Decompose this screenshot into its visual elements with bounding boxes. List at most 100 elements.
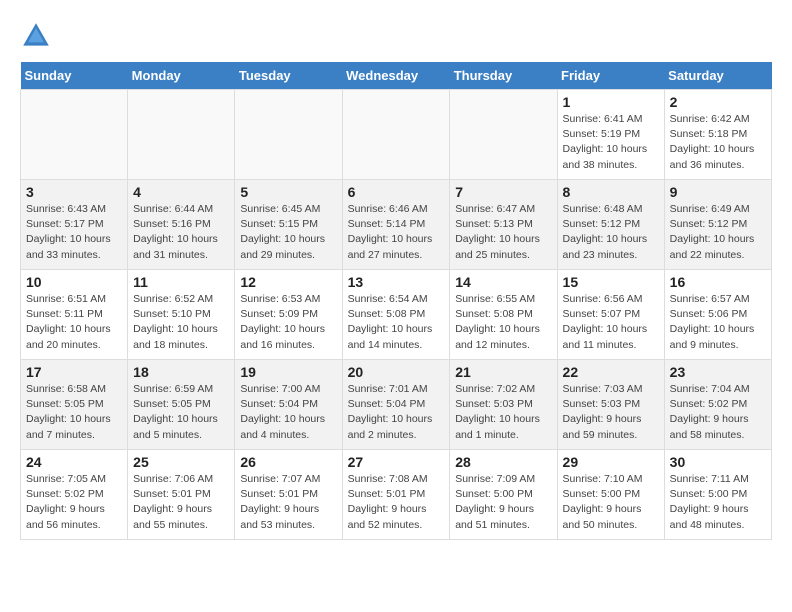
day-cell: 14 Sunrise: 6:55 AM Sunset: 5:08 PM Dayli…	[450, 270, 557, 360]
logo-icon	[20, 20, 52, 52]
day-cell: 8Sunrise: 6:48 AM Sunset: 5:12 PM Daylig…	[557, 180, 664, 270]
day-number: 1	[563, 94, 659, 110]
day-number: 4	[133, 184, 229, 200]
weekday-header-wednesday: Wednesday	[342, 62, 450, 90]
day-number: 30	[670, 454, 766, 470]
day-cell: 2Sunrise: 6:42 AM Sunset: 5:18 PM Daylig…	[664, 90, 771, 180]
day-number: 26	[240, 454, 336, 470]
day-cell: 26 Sunrise: 7:07 AM Sunset: 5:01 PM Dayli…	[235, 450, 342, 540]
day-cell: 15 Sunrise: 6:56 AM Sunset: 5:07 PM Dayli…	[557, 270, 664, 360]
day-info: Sunrise: 6:59 AM Sunset: 5:05 PM Dayligh…	[133, 382, 229, 443]
day-info: Sunrise: 6:43 AM Sunset: 5:17 PM Dayligh…	[26, 202, 122, 263]
day-number: 17	[26, 364, 122, 380]
day-info: Sunrise: 7:10 AM Sunset: 5:00 PM Dayligh…	[563, 472, 659, 533]
weekday-header-thursday: Thursday	[450, 62, 557, 90]
day-cell	[21, 90, 128, 180]
day-number: 28	[455, 454, 551, 470]
day-cell: 13 Sunrise: 6:54 AM Sunset: 5:08 PM Dayli…	[342, 270, 450, 360]
day-cell: 28 Sunrise: 7:09 AM Sunset: 5:00 PM Dayli…	[450, 450, 557, 540]
day-cell	[128, 90, 235, 180]
weekday-header-monday: Monday	[128, 62, 235, 90]
day-number: 21	[455, 364, 551, 380]
day-cell: 7 Sunrise: 6:47 AM Sunset: 5:13 PM Daylig…	[450, 180, 557, 270]
day-cell: 19 Sunrise: 7:00 AM Sunset: 5:04 PM Dayli…	[235, 360, 342, 450]
day-number: 27	[348, 454, 445, 470]
day-cell	[235, 90, 342, 180]
day-number: 13	[348, 274, 445, 290]
day-info: Sunrise: 7:03 AM Sunset: 5:03 PM Dayligh…	[563, 382, 659, 443]
week-row-2: 3 Sunrise: 6:43 AM Sunset: 5:17 PM Daylig…	[21, 180, 772, 270]
day-cell: 21 Sunrise: 7:02 AM Sunset: 5:03 PM Dayli…	[450, 360, 557, 450]
day-cell: 22Sunrise: 7:03 AM Sunset: 5:03 PM Dayli…	[557, 360, 664, 450]
week-row-5: 24 Sunrise: 7:05 AM Sunset: 5:02 PM Dayli…	[21, 450, 772, 540]
day-info: Sunrise: 6:46 AM Sunset: 5:14 PM Dayligh…	[348, 202, 445, 263]
day-number: 5	[240, 184, 336, 200]
weekday-header-saturday: Saturday	[664, 62, 771, 90]
day-number: 23	[670, 364, 766, 380]
week-row-1: 1 Sunrise: 6:41 AM Sunset: 5:19 PM Daylig…	[21, 90, 772, 180]
day-cell: 9 Sunrise: 6:49 AM Sunset: 5:12 PM Daylig…	[664, 180, 771, 270]
day-number: 19	[240, 364, 336, 380]
day-info: Sunrise: 6:52 AM Sunset: 5:10 PM Dayligh…	[133, 292, 229, 353]
day-info: Sunrise: 6:57 AM Sunset: 5:06 PM Dayligh…	[670, 292, 766, 353]
day-info: Sunrise: 7:00 AM Sunset: 5:04 PM Dayligh…	[240, 382, 336, 443]
day-info: Sunrise: 6:44 AM Sunset: 5:16 PM Dayligh…	[133, 202, 229, 263]
day-number: 25	[133, 454, 229, 470]
logo	[20, 20, 56, 52]
day-cell: 27 Sunrise: 7:08 AM Sunset: 5:01 PM Dayli…	[342, 450, 450, 540]
day-info: Sunrise: 6:51 AM Sunset: 5:11 PM Dayligh…	[26, 292, 122, 353]
day-info: Sunrise: 7:06 AM Sunset: 5:01 PM Dayligh…	[133, 472, 229, 533]
weekday-header-row: SundayMondayTuesdayWednesdayThursdayFrid…	[21, 62, 772, 90]
day-cell: 25 Sunrise: 7:06 AM Sunset: 5:01 PM Dayli…	[128, 450, 235, 540]
day-info: Sunrise: 6:41 AM Sunset: 5:19 PM Dayligh…	[563, 112, 659, 173]
day-cell: 16 Sunrise: 6:57 AM Sunset: 5:06 PM Dayli…	[664, 270, 771, 360]
day-cell: 23 Sunrise: 7:04 AM Sunset: 5:02 PM Dayli…	[664, 360, 771, 450]
day-number: 16	[670, 274, 766, 290]
day-cell	[342, 90, 450, 180]
day-info: Sunrise: 6:42 AM Sunset: 5:18 PM Dayligh…	[670, 112, 766, 173]
day-info: Sunrise: 7:11 AM Sunset: 5:00 PM Dayligh…	[670, 472, 766, 533]
day-info: Sunrise: 7:07 AM Sunset: 5:01 PM Dayligh…	[240, 472, 336, 533]
day-number: 7	[455, 184, 551, 200]
day-info: Sunrise: 6:56 AM Sunset: 5:07 PM Dayligh…	[563, 292, 659, 353]
day-cell: 6Sunrise: 6:46 AM Sunset: 5:14 PM Daylig…	[342, 180, 450, 270]
day-cell: 18 Sunrise: 6:59 AM Sunset: 5:05 PM Dayli…	[128, 360, 235, 450]
weekday-header-tuesday: Tuesday	[235, 62, 342, 90]
day-info: Sunrise: 7:02 AM Sunset: 5:03 PM Dayligh…	[455, 382, 551, 443]
day-cell: 10 Sunrise: 6:51 AM Sunset: 5:11 PM Dayli…	[21, 270, 128, 360]
day-cell: 12Sunrise: 6:53 AM Sunset: 5:09 PM Dayli…	[235, 270, 342, 360]
day-cell: 3 Sunrise: 6:43 AM Sunset: 5:17 PM Daylig…	[21, 180, 128, 270]
day-info: Sunrise: 7:01 AM Sunset: 5:04 PM Dayligh…	[348, 382, 445, 443]
day-info: Sunrise: 6:53 AM Sunset: 5:09 PM Dayligh…	[240, 292, 336, 353]
day-number: 18	[133, 364, 229, 380]
day-number: 29	[563, 454, 659, 470]
day-cell: 24 Sunrise: 7:05 AM Sunset: 5:02 PM Dayli…	[21, 450, 128, 540]
day-cell: 29 Sunrise: 7:10 AM Sunset: 5:00 PM Dayli…	[557, 450, 664, 540]
day-info: Sunrise: 6:49 AM Sunset: 5:12 PM Dayligh…	[670, 202, 766, 263]
day-number: 15	[563, 274, 659, 290]
day-info: Sunrise: 6:48 AM Sunset: 5:12 PM Dayligh…	[563, 202, 659, 263]
day-info: Sunrise: 6:54 AM Sunset: 5:08 PM Dayligh…	[348, 292, 445, 353]
weekday-header-friday: Friday	[557, 62, 664, 90]
week-row-3: 10 Sunrise: 6:51 AM Sunset: 5:11 PM Dayli…	[21, 270, 772, 360]
day-info: Sunrise: 7:05 AM Sunset: 5:02 PM Dayligh…	[26, 472, 122, 533]
day-info: Sunrise: 7:09 AM Sunset: 5:00 PM Dayligh…	[455, 472, 551, 533]
day-info: Sunrise: 6:45 AM Sunset: 5:15 PM Dayligh…	[240, 202, 336, 263]
day-number: 9	[670, 184, 766, 200]
day-info: Sunrise: 7:08 AM Sunset: 5:01 PM Dayligh…	[348, 472, 445, 533]
calendar-table: SundayMondayTuesdayWednesdayThursdayFrid…	[20, 62, 772, 540]
day-info: Sunrise: 6:58 AM Sunset: 5:05 PM Dayligh…	[26, 382, 122, 443]
weekday-header-sunday: Sunday	[21, 62, 128, 90]
day-number: 3	[26, 184, 122, 200]
day-cell: 11Sunrise: 6:52 AM Sunset: 5:10 PM Dayli…	[128, 270, 235, 360]
day-info: Sunrise: 6:47 AM Sunset: 5:13 PM Dayligh…	[455, 202, 551, 263]
day-info: Sunrise: 7:04 AM Sunset: 5:02 PM Dayligh…	[670, 382, 766, 443]
day-cell: 20Sunrise: 7:01 AM Sunset: 5:04 PM Dayli…	[342, 360, 450, 450]
day-cell: 30 Sunrise: 7:11 AM Sunset: 5:00 PM Dayli…	[664, 450, 771, 540]
day-number: 14	[455, 274, 551, 290]
day-cell: 1 Sunrise: 6:41 AM Sunset: 5:19 PM Daylig…	[557, 90, 664, 180]
day-info: Sunrise: 6:55 AM Sunset: 5:08 PM Dayligh…	[455, 292, 551, 353]
day-number: 10	[26, 274, 122, 290]
page-header	[20, 20, 772, 52]
day-number: 24	[26, 454, 122, 470]
